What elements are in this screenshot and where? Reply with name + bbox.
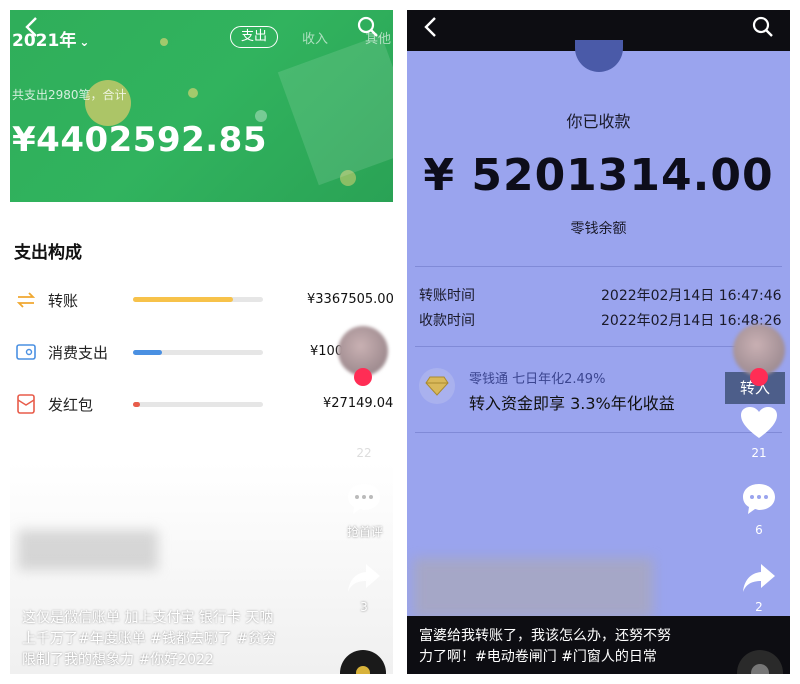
left-screenshot: 2021年 ⌄ 支出 收入 其他 共支出2980笔，合计 ¥4402592.85 … bbox=[10, 10, 393, 674]
caption-line: 限制了我的想象力 #你好2022 bbox=[22, 652, 214, 668]
diamond-badge bbox=[419, 368, 455, 404]
tab-other[interactable]: 其他 bbox=[365, 28, 391, 47]
comment-count: 6 bbox=[755, 523, 763, 537]
received-amount: ¥ 5201314.00 bbox=[423, 150, 774, 201]
tab-expense[interactable]: 支出 bbox=[230, 26, 278, 48]
transfer-time-value: 2022年02月14日 16:47:46 bbox=[601, 288, 782, 304]
chevron-down-icon: ⌄ bbox=[79, 35, 90, 49]
video-caption: 富婆给我转账了，我该怎么办，还努不努 力了啊！#电动卷闸门 #门窗人的日常 bbox=[419, 626, 671, 668]
share-icon[interactable] bbox=[346, 562, 382, 594]
follow-button[interactable] bbox=[354, 368, 372, 386]
category-label: 消费支出 bbox=[48, 344, 109, 362]
transfer-icon bbox=[16, 292, 36, 308]
wallet-logo-icon bbox=[575, 40, 623, 72]
category-bar bbox=[133, 297, 263, 302]
share-icon[interactable] bbox=[741, 562, 777, 594]
category-amount: ¥3367505.00 bbox=[307, 292, 393, 307]
heart-icon[interactable] bbox=[740, 406, 778, 440]
caption-line: 这仅是微信账单 加上支付宝 银行卡 天呐 bbox=[22, 610, 274, 626]
right-screenshot: 你已收款 ¥ 5201314.00 零钱余额 转账时间 2022年02月14日 … bbox=[407, 10, 790, 674]
heart-icon[interactable] bbox=[345, 408, 383, 442]
share-count: 2 bbox=[755, 600, 763, 614]
category-bar bbox=[133, 350, 263, 355]
transfer-time-label: 转账时间 bbox=[419, 288, 475, 304]
category-bar bbox=[133, 402, 263, 407]
received-label: 你已收款 bbox=[566, 112, 631, 131]
search-icon[interactable] bbox=[752, 16, 774, 38]
promo-text: 转入资金即享 3.3%年化收益 bbox=[469, 394, 675, 413]
category-label: 转账 bbox=[48, 292, 79, 310]
share-count: 3 bbox=[360, 600, 368, 614]
diamond-icon bbox=[425, 376, 449, 396]
red-packet-icon bbox=[17, 394, 35, 414]
caption-line: 力了啊！#电动卷闸门 #门窗人的日常 bbox=[419, 649, 657, 665]
caption-line: 上千万了#年度账单 #钱都去哪了 #贫穷 bbox=[22, 631, 277, 647]
year-selector[interactable]: 2021年 ⌄ bbox=[12, 26, 89, 51]
card-icon bbox=[16, 344, 36, 360]
like-count: 21 bbox=[751, 446, 767, 460]
back-arrow-icon[interactable] bbox=[423, 16, 439, 38]
expense-breakdown-panel bbox=[10, 202, 393, 674]
comment-icon[interactable] bbox=[346, 482, 382, 516]
comment-icon[interactable] bbox=[741, 482, 777, 516]
caption-line: 富婆给我转账了，我该怎么办，还努不努 bbox=[419, 628, 671, 644]
section-title: 支出构成 bbox=[14, 243, 82, 263]
divider bbox=[415, 266, 782, 267]
comment-label: 抢首评 bbox=[346, 525, 383, 539]
receive-time-label: 收款时间 bbox=[419, 313, 475, 329]
expense-summary-text: 共支出2980笔，合计 bbox=[12, 88, 127, 102]
balance-link[interactable]: 零钱余额 bbox=[407, 218, 790, 238]
year-label: 2021年 bbox=[12, 31, 77, 51]
divider bbox=[415, 432, 782, 433]
promo-title: 零钱通 七日年化2.49% bbox=[469, 372, 606, 387]
blurred-username bbox=[413, 558, 653, 618]
total-expense-amount: ¥4402592.85 bbox=[12, 120, 267, 160]
blurred-username bbox=[18, 530, 158, 570]
video-caption: 这仅是微信账单 加上支付宝 银行卡 天呐 上千万了#年度账单 #钱都去哪了 #贫… bbox=[22, 608, 276, 671]
like-count: 22 bbox=[356, 446, 372, 460]
follow-button[interactable] bbox=[750, 368, 768, 386]
category-label: 发红包 bbox=[48, 396, 94, 414]
divider bbox=[415, 346, 782, 347]
tab-income[interactable]: 收入 bbox=[302, 28, 328, 47]
